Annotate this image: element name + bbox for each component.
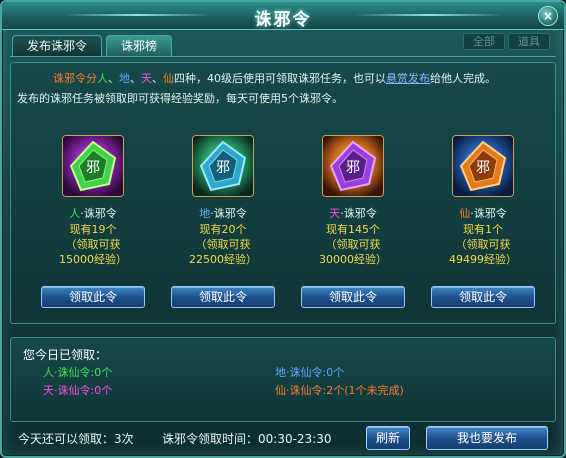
desc-ren: 人 <box>97 72 108 85</box>
green-rune-token-icon: 邪 <box>62 135 124 197</box>
filter-tabs: 全部 道具 <box>463 33 550 50</box>
token-count: 现有20个 <box>199 223 247 236</box>
window-title: 诛邪令 <box>254 10 312 30</box>
today-claimed-panel: 您今日已领取： 人·诛仙令:0个 地·诛仙令:0个 天·诛仙令:0个 仙·诛仙令… <box>10 337 556 422</box>
filter-tab-items[interactable]: 道具 <box>508 33 550 50</box>
token-name: 天·诛邪令 <box>329 207 377 220</box>
token-count: 现有19个 <box>69 223 117 236</box>
claimed-ren: 人·诛仙令:0个 <box>43 366 113 379</box>
desc-text: 给他人完成。 <box>430 72 496 85</box>
refresh-button[interactable]: 刷新 <box>366 426 410 450</box>
remaining-claims: 今天还可以领取：3次 <box>18 432 134 446</box>
tab-bar: 发布诛邪令 诛邪榜 <box>12 35 173 57</box>
token-reward-exp: 49499经验） <box>449 253 517 266</box>
desc-text: 诛邪令分 <box>53 72 97 85</box>
token-name: 人·诛邪令 <box>69 207 117 220</box>
token-card-tian: 邪 天·诛邪令 现有145个 （领取可获 30000经验） <box>288 135 418 266</box>
claimed-di: 地·诛仙令:0个 <box>275 366 345 379</box>
close-button[interactable]: × <box>538 6 558 26</box>
purple-rune-token-icon: 邪 <box>322 135 384 197</box>
tab-publish[interactable]: 发布诛邪令 <box>12 35 103 56</box>
title-bar[interactable]: 诛邪令 × <box>2 2 564 30</box>
token-reward-line: （领取可获 <box>65 238 121 251</box>
today-claimed-title: 您今日已领取： <box>23 348 108 362</box>
description-line-1: 诛邪令分人、地、天、仙四种，40级后使用可领取诛邪任务，也可以悬赏发布给他人完成… <box>53 69 496 89</box>
token-count: 现有145个 <box>326 223 380 236</box>
token-reward-line: （领取可获 <box>455 238 511 251</box>
token-reward-line: （领取可获 <box>195 238 251 251</box>
orange-rune-token-icon: 邪 <box>452 135 514 197</box>
token-panel: 诛邪令分人、地、天、仙四种，40级后使用可领取诛邪任务，也可以悬赏发布给他人完成… <box>10 62 556 324</box>
desc-text: 四种，40级后使用可领取诛邪任务，也可以 <box>174 72 386 85</box>
claim-tian-button[interactable]: 领取此令 <box>301 286 405 308</box>
description-line-2: 发布的诛邪任务被领取即可获得经验奖励，每天可使用5个诛邪令。 <box>17 92 343 105</box>
svg-text:邪: 邪 <box>476 160 490 176</box>
claim-ren-button[interactable]: 领取此令 <box>41 286 145 308</box>
token-reward-line: （领取可获 <box>325 238 381 251</box>
desc-di: 地 <box>119 72 130 85</box>
svg-text:邪: 邪 <box>346 160 360 176</box>
token-card-di: 邪 地·诛邪令 现有20个 （领取可获 22500经验） <box>158 135 288 266</box>
filter-tab-all[interactable]: 全部 <box>463 33 505 50</box>
token-count: 现有1个 <box>463 223 503 236</box>
desc-xian: 仙 <box>163 72 174 85</box>
claimed-tian: 天·诛仙令:0个 <box>43 384 113 397</box>
token-reward-exp: 15000经验） <box>59 253 127 266</box>
publish-button[interactable]: 我也要发布 <box>426 426 548 450</box>
token-reward-exp: 22500经验） <box>189 253 257 266</box>
teal-rune-token-icon: 邪 <box>192 135 254 197</box>
token-reward-exp: 30000经验） <box>319 253 387 266</box>
tab-divider <box>10 56 556 57</box>
desc-tian: 天 <box>141 72 152 85</box>
zhuxieling-window: 诛邪令 × 发布诛邪令 诛邪榜 全部 道具 诛邪令分人、地、天、仙四种，40级后… <box>0 0 566 458</box>
bounty-publish-link[interactable]: 悬赏发布 <box>386 72 430 85</box>
claim-xian-button[interactable]: 领取此令 <box>431 286 535 308</box>
desc-sep: 、 <box>130 72 141 85</box>
close-icon: × <box>542 9 554 23</box>
desc-sep: 、 <box>152 72 163 85</box>
token-card-ren: 邪 人·诛邪令 现有19个 （领取可获 15000经验） <box>28 135 158 266</box>
desc-sep: 、 <box>108 72 119 85</box>
claim-time-window: 诛邪令领取时间：00:30-23:30 <box>162 432 332 446</box>
tab-ranking[interactable]: 诛邪榜 <box>106 35 173 57</box>
claimed-xian: 仙·诛仙令:2个(1个未完成) <box>275 384 404 397</box>
claim-di-button[interactable]: 领取此令 <box>171 286 275 308</box>
token-name: 仙·诛邪令 <box>459 207 507 220</box>
token-name: 地·诛邪令 <box>199 207 247 220</box>
svg-text:邪: 邪 <box>216 160 230 176</box>
svg-text:邪: 邪 <box>86 160 100 176</box>
token-card-xian: 邪 仙·诛邪令 现有1个 （领取可获 49499经验） <box>418 135 548 266</box>
